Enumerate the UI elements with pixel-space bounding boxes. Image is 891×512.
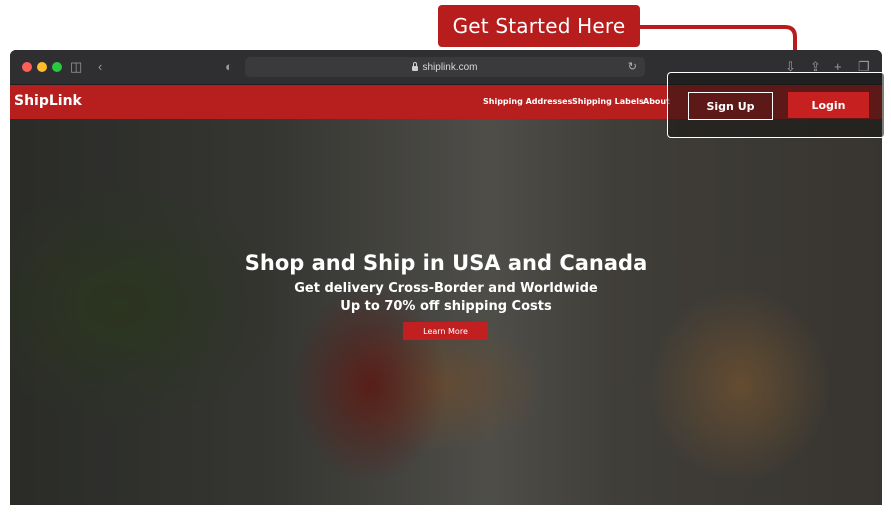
web-page: ShipLink Shipping Addresses Shipping Lab…: [10, 85, 882, 505]
shield-icon[interactable]: ◐: [225, 60, 233, 74]
nav-shipping-labels[interactable]: Shipping Labels: [572, 97, 644, 106]
callout-text: Get Started Here: [452, 14, 626, 38]
address-bar[interactable]: shiplink.com ↻: [245, 57, 645, 77]
nav-shipping-addresses[interactable]: Shipping Addresses: [483, 97, 572, 106]
maximize-window-button[interactable]: [52, 62, 62, 72]
login-button[interactable]: Login: [788, 92, 869, 118]
lock-icon: [412, 61, 419, 71]
sign-up-button[interactable]: Sign Up: [688, 92, 773, 120]
back-icon[interactable]: ‹: [98, 60, 102, 74]
site-logo[interactable]: ShipLink: [14, 93, 82, 109]
close-window-button[interactable]: [22, 62, 32, 72]
reload-icon[interactable]: ↻: [628, 60, 637, 73]
sidebar-icon[interactable]: ◫: [70, 60, 82, 74]
hero-title: Shop and Ship in USA and Canada: [244, 251, 648, 275]
hero-subtitle-1: Get delivery Cross-Border and Worldwide: [294, 281, 598, 296]
hero-subtitle-2: Up to 70% off shipping Costs: [340, 299, 552, 314]
address-text: shiplink.com: [422, 61, 478, 73]
minimize-window-button[interactable]: [37, 62, 47, 72]
get-started-callout: Get Started Here: [438, 5, 640, 47]
learn-more-button[interactable]: Learn More: [403, 322, 488, 340]
nav-about[interactable]: About: [643, 97, 670, 106]
